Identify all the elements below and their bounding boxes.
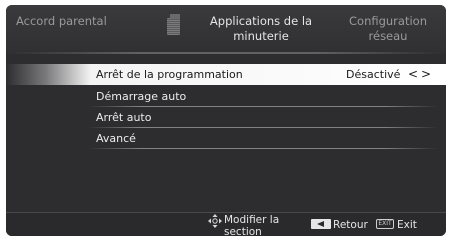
left-right-arrows-icon[interactable]: <> bbox=[408, 64, 434, 85]
row-divider bbox=[88, 148, 438, 149]
exit-hint[interactable]: Exit bbox=[397, 219, 417, 231]
tab-underline bbox=[6, 52, 446, 54]
menu-item-auto-power-on[interactable]: Démarrage auto bbox=[6, 86, 446, 107]
tab-bar: Accord parental Applications de la minut… bbox=[6, 5, 446, 54]
modify-section-hint: Modifier la section bbox=[224, 214, 280, 238]
back-hint[interactable]: Retour bbox=[333, 219, 368, 231]
menu-item-label: Arrêt de la programmation bbox=[96, 68, 243, 81]
menu-item-label: Arrêt auto bbox=[96, 111, 152, 124]
menu-item-sleep-timer[interactable]: Arrêt de la programmation Désactivé <> bbox=[6, 64, 446, 85]
back-key-icon bbox=[311, 219, 331, 229]
tab-timer-applications[interactable]: Applications de la minuterie bbox=[202, 14, 320, 44]
menu-item-auto-power-off[interactable]: Arrêt auto bbox=[6, 107, 446, 128]
timer-icon bbox=[167, 14, 180, 35]
menu-item-label: Démarrage auto bbox=[96, 90, 187, 103]
timer-settings-screen: Accord parental Applications de la minut… bbox=[6, 5, 446, 236]
tab-network-settings[interactable]: Configuration réseau bbox=[332, 14, 444, 44]
exit-key-icon: EXIT bbox=[376, 219, 394, 229]
menu-item-label: Avancé bbox=[96, 132, 136, 145]
menu-item-advanced[interactable]: Avancé bbox=[6, 128, 446, 149]
menu-item-value: Désactivé bbox=[346, 68, 401, 81]
dpad-icon bbox=[208, 214, 222, 228]
tab-parental-control[interactable]: Accord parental bbox=[16, 14, 136, 29]
